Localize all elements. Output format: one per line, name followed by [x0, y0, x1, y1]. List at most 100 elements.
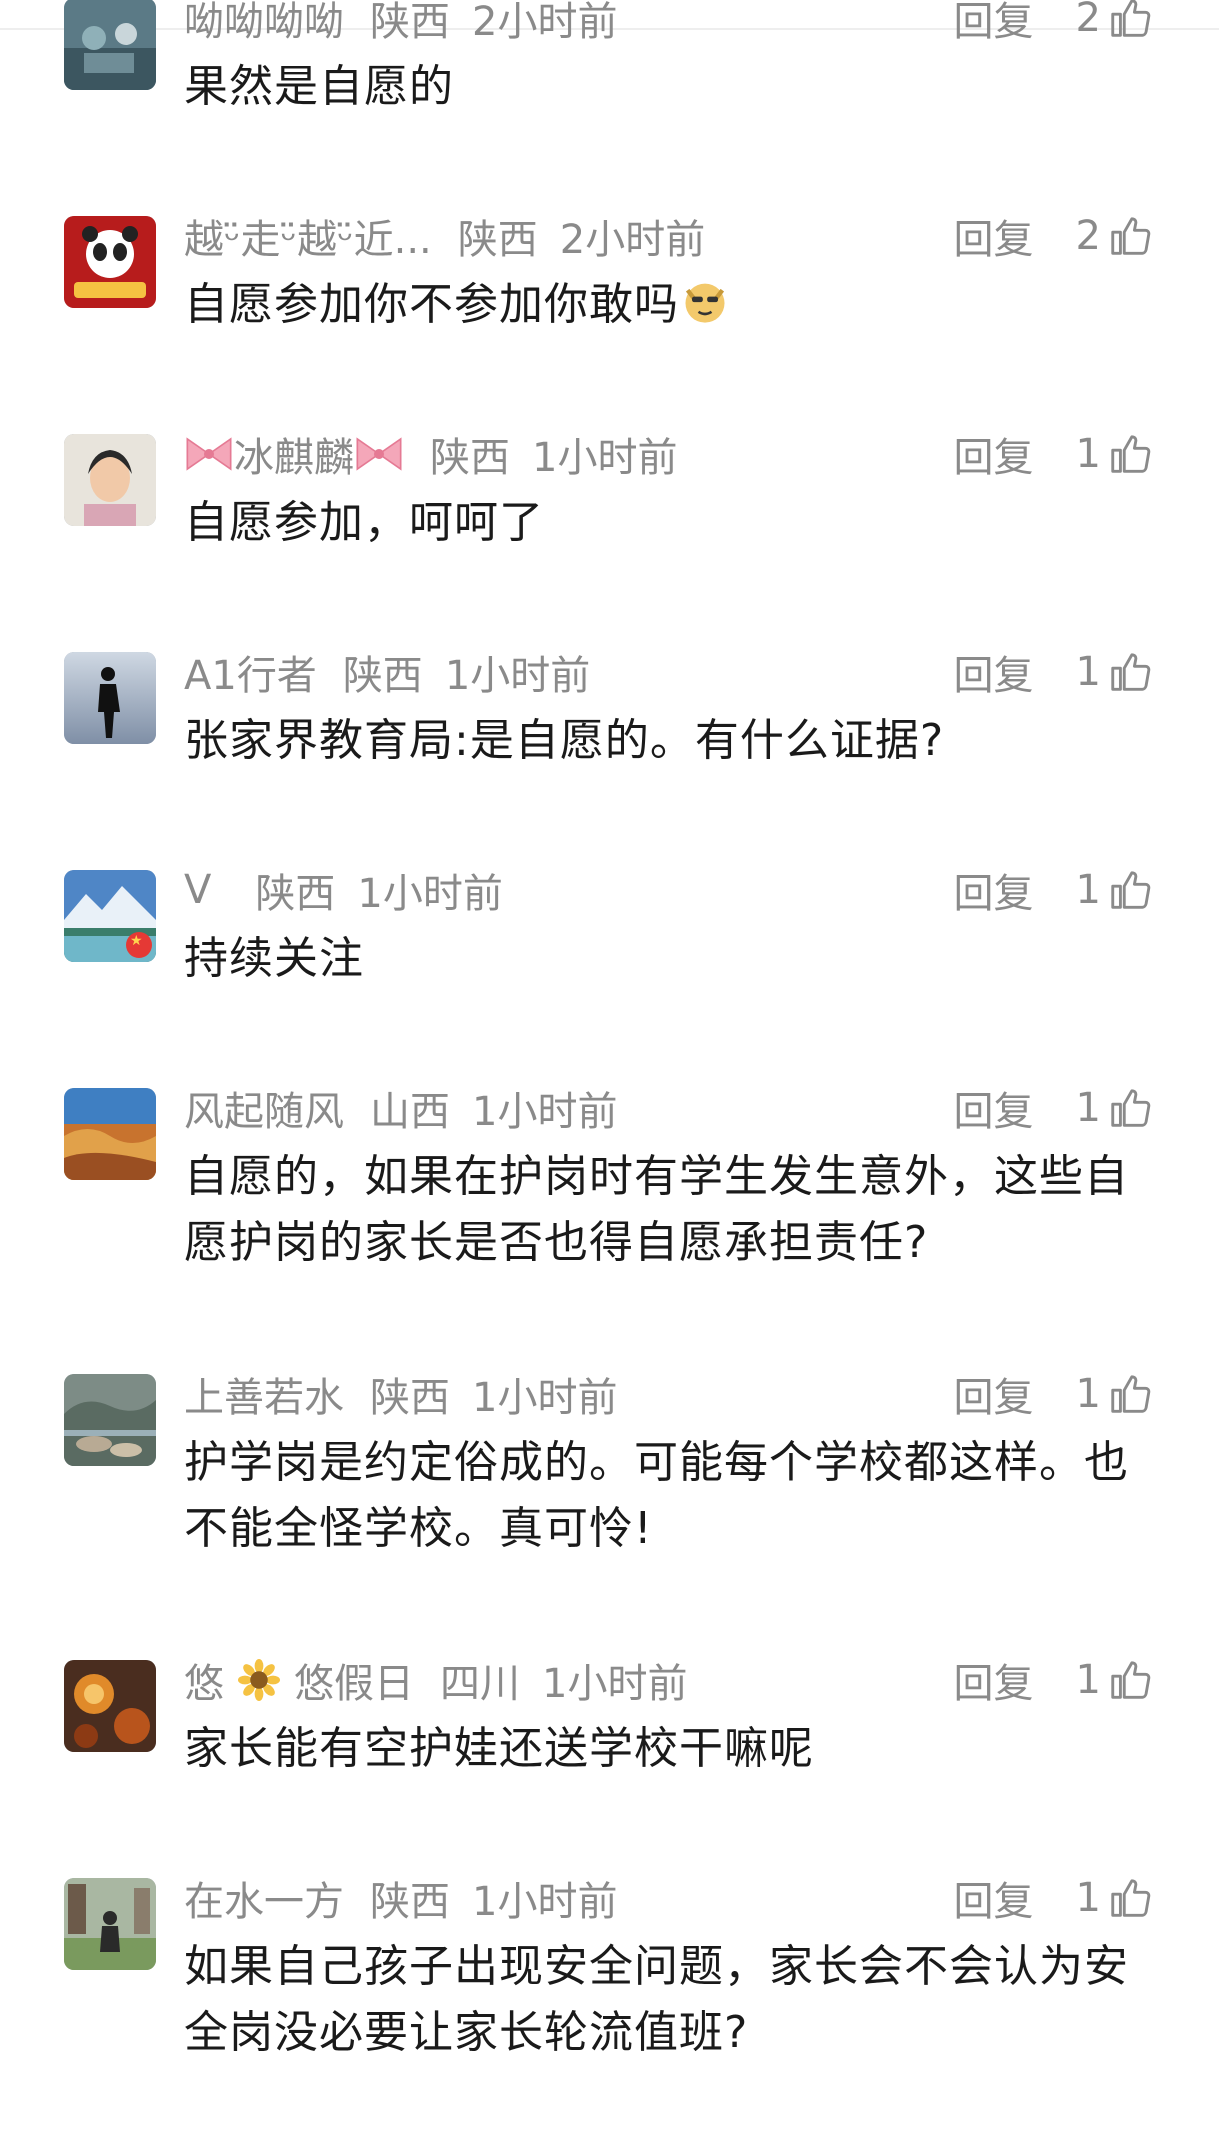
region: 陕西	[370, 1375, 450, 1421]
reply-button[interactable]: 回复	[954, 643, 1034, 701]
comment-actions: 回复 1	[954, 862, 1153, 918]
thumbs-up-icon[interactable]	[1107, 431, 1153, 477]
username[interactable]: 呦呦呦呦	[184, 0, 344, 47]
comment-text: 张家界教育局:是自愿的。有什么证据?	[184, 715, 945, 766]
username[interactable]: 风起随风	[184, 1079, 344, 1137]
avatar[interactable]	[64, 434, 156, 526]
comment-item: V 陕西 1小时前 回复 1 持续关注	[0, 842, 1219, 1060]
comment-text-content: 自愿参加你不参加你敢吗	[184, 279, 679, 330]
thumbs-up-icon[interactable]	[1107, 1657, 1153, 1703]
username[interactable]: 越ᵕ̈走ᵕ̈越ᵕ̈近...	[184, 207, 432, 265]
comment-item: 悠 悠假日 四川 1小时前 回复 1 家长能有空护娃还送学校干嘛呢	[0, 1632, 1219, 1850]
reply-button[interactable]: 回复	[954, 1079, 1034, 1137]
comment-item: 越ᵕ̈走ᵕ̈越ᵕ̈近... 陕西 2小时前 回复 2 自愿参加你不参加你敢吗	[0, 188, 1219, 406]
thumbs-up-icon[interactable]	[1107, 1085, 1153, 1131]
region: 陕西	[430, 435, 510, 481]
timestamp: 1小时前	[472, 1089, 618, 1135]
timestamp: 1小时前	[532, 435, 678, 481]
reply-button[interactable]: 回复	[954, 1869, 1034, 1927]
comment-actions: 回复 1	[954, 1870, 1153, 1926]
avatar[interactable]	[64, 1374, 156, 1466]
like-count: 1	[1075, 867, 1101, 913]
comment-actions: 回复 2	[954, 208, 1153, 264]
thumbs-up-icon[interactable]	[1107, 1875, 1153, 1921]
comment-text: 持续关注	[184, 933, 364, 984]
region: 四川	[440, 1661, 520, 1707]
thumbs-up-icon[interactable]	[1107, 0, 1153, 41]
comment-text: 自愿参加你不参加你敢吗	[184, 272, 1159, 338]
thumbs-up-icon[interactable]	[1107, 1371, 1153, 1417]
like-count: 1	[1075, 1085, 1101, 1131]
avatar[interactable]	[64, 652, 156, 744]
comment-actions: 回复 1	[954, 426, 1153, 482]
region: 山西	[370, 1089, 450, 1135]
thumbs-up-icon[interactable]	[1107, 649, 1153, 695]
username[interactable]: 冰麒麟	[234, 425, 354, 483]
comment-item: A1行者 陕西 1小时前 回复 1 张家界教育局:是自愿的。有什么证据?	[0, 624, 1219, 842]
comment-meta: 越ᵕ̈走ᵕ̈越ᵕ̈近... 陕西 2小时前	[184, 208, 954, 264]
avatar[interactable]	[64, 1878, 156, 1970]
timestamp: 2小时前	[559, 217, 706, 263]
comment-actions: 回复 1	[954, 1652, 1153, 1708]
region: 陕西	[370, 1879, 450, 1925]
timestamp: 1小时前	[472, 1879, 618, 1925]
reply-button[interactable]: 回复	[954, 0, 1034, 47]
comment-meta: A1行者 陕西 1小时前	[184, 644, 954, 700]
comment-actions: 回复 1	[954, 1080, 1153, 1136]
comment-list: 呦呦呦呦 陕西 2小时前 回复 2 果然是自愿的 越ᵕ̈走ᵕ̈越ᵕ̈近... 陕…	[0, 0, 1219, 2136]
thumbs-up-icon[interactable]	[1107, 213, 1153, 259]
username[interactable]: A1行者	[184, 643, 317, 701]
timestamp: 1小时前	[472, 1375, 618, 1421]
timestamp: 1小时前	[444, 653, 591, 699]
comment-meta: 悠 悠假日 四川 1小时前	[184, 1652, 954, 1708]
timestamp: 1小时前	[542, 1661, 688, 1707]
thumbs-up-icon[interactable]	[1107, 867, 1153, 913]
bow-emoji-icon	[186, 437, 232, 471]
like-count: 1	[1075, 431, 1101, 477]
avatar[interactable]	[64, 870, 156, 962]
doge-emoji-icon	[685, 283, 725, 323]
username-suffix[interactable]: 悠假日	[294, 1651, 414, 1709]
region: 陕西	[370, 0, 450, 45]
avatar[interactable]	[64, 0, 156, 90]
comment-text: 护学岗是约定俗成的。可能每个学校都这样。也不能全怪学校。真可怜!	[184, 1437, 1129, 1554]
comment-item: 呦呦呦呦 陕西 2小时前 回复 2 果然是自愿的	[0, 0, 1219, 188]
timestamp: 2小时前	[472, 0, 618, 45]
comment-item: 冰麒麟 陕西 1小时前 回复 1 自愿参加，呵呵了	[0, 406, 1219, 624]
avatar[interactable]	[64, 1088, 156, 1180]
region: 陕西	[342, 653, 423, 699]
comment-actions: 回复 1	[954, 644, 1153, 700]
comment-text: 如果自己孩子出现安全问题，家长会不会认为安全岗没必要让家长轮流值班?	[184, 1941, 1129, 2058]
sunflower-emoji-icon	[238, 1659, 280, 1701]
like-count: 1	[1075, 1371, 1101, 1417]
reply-button[interactable]: 回复	[954, 425, 1034, 483]
comment-item: 在水一方 陕西 1小时前 回复 1 如果自己孩子出现安全问题，家长会不会认为安全…	[0, 1850, 1219, 2136]
username[interactable]: 在水一方	[184, 1869, 344, 1927]
comment-text: 果然是自愿的	[184, 61, 454, 112]
reply-button[interactable]: 回复	[954, 1651, 1034, 1709]
like-count: 1	[1075, 1657, 1101, 1703]
comment-text: 自愿参加，呵呵了	[184, 497, 544, 548]
reply-button[interactable]: 回复	[954, 1365, 1034, 1423]
like-count: 1	[1075, 1875, 1101, 1921]
comment-item: 上善若水 陕西 1小时前 回复 1 护学岗是约定俗成的。可能每个学校都这样。也不…	[0, 1346, 1219, 1632]
comment-text: 自愿的，如果在护岗时有学生发生意外，这些自愿护岗的家长是否也得自愿承担责任?	[184, 1151, 1129, 1268]
avatar[interactable]	[64, 216, 156, 308]
avatar[interactable]	[64, 1660, 156, 1752]
reply-button[interactable]: 回复	[954, 207, 1034, 265]
like-count: 1	[1075, 649, 1101, 695]
username[interactable]: 上善若水	[184, 1365, 344, 1423]
comment-meta: 上善若水 陕西 1小时前	[184, 1366, 954, 1422]
username[interactable]: 悠	[184, 1651, 224, 1709]
comment-meta: 在水一方 陕西 1小时前	[184, 1870, 954, 1926]
china-flag-badge	[126, 932, 152, 958]
region: 陕西	[457, 217, 538, 263]
comment-text: 家长能有空护娃还送学校干嘛呢	[184, 1723, 814, 1774]
comment-item: 风起随风 山西 1小时前 回复 1 自愿的，如果在护岗时有学生发生意外，这些自愿…	[0, 1060, 1219, 1346]
region: 陕西	[255, 871, 336, 917]
reply-button[interactable]: 回复	[954, 861, 1034, 919]
timestamp: 1小时前	[357, 871, 503, 917]
username[interactable]: V	[184, 867, 211, 913]
like-count: 2	[1075, 213, 1101, 259]
comment-actions: 回复 1	[954, 1366, 1153, 1422]
